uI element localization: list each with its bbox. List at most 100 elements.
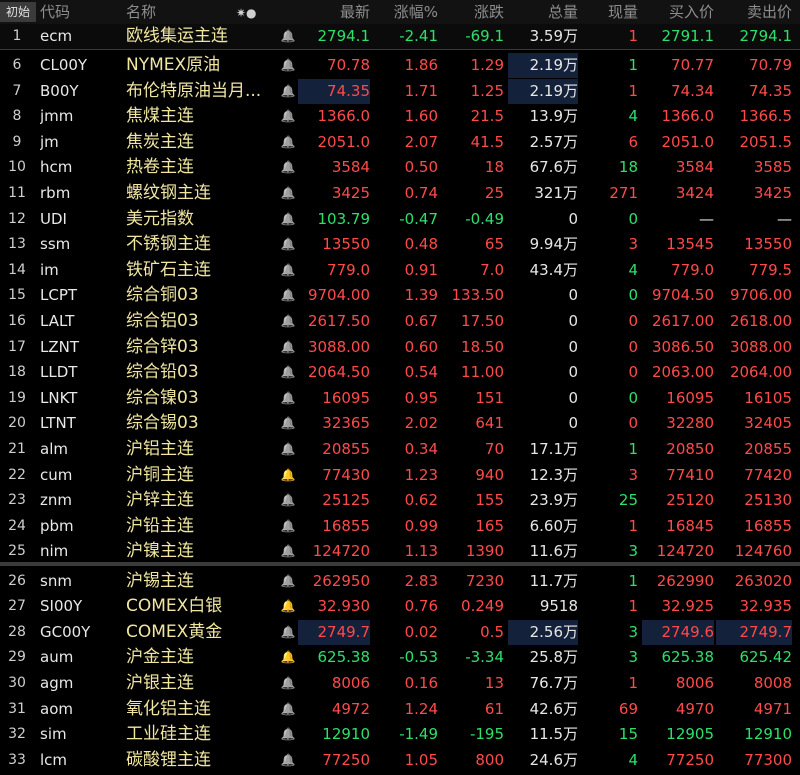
- change-percent: 0.95: [404, 388, 438, 407]
- alert-bell-icon[interactable]: 🔔: [280, 463, 296, 488]
- symbol-code: LTNT: [40, 414, 76, 433]
- change-percent: 0.02: [404, 622, 438, 641]
- table-row[interactable]: 23 znm 沪锌主连 🔔 25125 0.62 155 23.9万 25 25120 25130: [0, 488, 800, 513]
- alert-bell-icon[interactable]: 🔔: [280, 309, 296, 334]
- table-row[interactable]: 26 snm 沪锡主连 🔔 262950 2.83 7230 11.7万 1 262990 2630…: [0, 569, 800, 594]
- instrument-name: 热卷主连: [126, 157, 194, 178]
- column-header-bid[interactable]: 买入价: [642, 0, 714, 24]
- alert-bell-icon[interactable]: 🔔: [280, 207, 296, 232]
- table-row[interactable]: 25 nim 沪镍主连 🔔 124720 1.13 1390 11.6万 3 124720 1247…: [0, 539, 800, 564]
- total-volume: 42.6万: [529, 699, 578, 718]
- current-volume: 0: [628, 337, 638, 356]
- table-row[interactable]: 33 lcm 碳酸锂主连 🔔 77250 1.05 800 24.6万 4 77250 77300: [0, 748, 800, 773]
- alert-bell-icon[interactable]: 🔔: [280, 411, 296, 436]
- table-row[interactable]: 28 GC00Y COMEX黄金 🔔 2749.7 0.02 0.5 2.56万 3 2749.6…: [0, 619, 800, 645]
- total-volume: 0: [568, 363, 578, 382]
- column-header-code[interactable]: 代码: [40, 0, 126, 24]
- alert-bell-icon[interactable]: 🔔: [280, 232, 296, 257]
- table-row[interactable]: 11 rbm 螺纹钢主连 🔔 3425 0.74 25 321万 271 3424 3425: [0, 181, 800, 206]
- alert-bell-icon[interactable]: 🔔: [280, 79, 296, 104]
- bid-price: 2063.00: [651, 363, 714, 382]
- ask-price: 2051.5: [739, 132, 793, 151]
- table-row[interactable]: 16 LALT 综合铝03 🔔 2617.50 0.67 17.50 0 0 2617.00 261…: [0, 309, 800, 334]
- symbol-code: im: [40, 260, 59, 279]
- table-row[interactable]: 21 alm 沪铝主连 🔔 20855 0.34 70 17.1万 1 20850 20855: [0, 437, 800, 462]
- current-volume: 0: [628, 312, 638, 330]
- initial-sort-button[interactable]: 初始: [0, 2, 36, 22]
- alert-bell-icon[interactable]: 🔔: [280, 258, 296, 283]
- table-row[interactable]: 14 im 铁矿石主连 🔔 779.0 0.91 7.0 43.4万 4 779.0 779.5: [0, 258, 800, 283]
- alert-bell-icon[interactable]: 🔔: [280, 645, 296, 670]
- bid-price: 70.77: [671, 56, 714, 74]
- alert-bell-icon[interactable]: 🔔: [280, 437, 296, 462]
- table-row[interactable]: 27 SI00Y COMEX白银 🔔 32.930 0.76 0.249 9518 1 32.92…: [0, 594, 800, 619]
- table-row[interactable]: 10 hcm 热卷主连 🔔 3584 0.50 18 67.6万 18 3584 3585: [0, 155, 800, 180]
- table-row[interactable]: 19 LNKT 综合镍03 🔔 16095 0.95 151 0 0 16095 16105: [0, 386, 800, 411]
- alert-bell-icon[interactable]: 🔔: [280, 335, 296, 360]
- table-row[interactable]: 22 cum 沪铜主连 🔔 77430 1.23 940 12.3万 3 77410 77420: [0, 463, 800, 488]
- row-index: 11: [8, 185, 26, 201]
- ask-price: 77300: [744, 750, 792, 769]
- column-header-change[interactable]: 涨跌: [440, 0, 504, 24]
- row-index: 25: [8, 543, 26, 560]
- table-row[interactable]: 1 ecm 欧线集运主连 🔔 2794.1 -2.41 -69.1 3.59万 1 2791.1 2…: [0, 24, 800, 50]
- bid-price: 8006: [675, 673, 714, 692]
- alert-bell-icon[interactable]: 🔔: [280, 24, 296, 49]
- column-header-pct[interactable]: 涨幅%: [372, 0, 438, 24]
- alert-bell-icon[interactable]: 🔔: [280, 360, 296, 385]
- current-volume: 1: [628, 673, 638, 692]
- symbol-code: UDI: [40, 209, 67, 228]
- alert-bell-icon[interactable]: 🔔: [280, 283, 296, 308]
- symbol-code: hcm: [40, 158, 73, 177]
- alert-bell-icon[interactable]: 🔔: [280, 181, 296, 206]
- alert-bell-icon[interactable]: 🔔: [280, 53, 296, 78]
- current-volume: 1: [628, 56, 638, 74]
- table-row[interactable]: 7 B00Y 布伦特原油当月... 🔔 74.35 1.71 1.25 2.19万 1 74.34…: [0, 78, 800, 104]
- table-row[interactable]: 15 LCPT 综合铜03 🔔 9704.00 1.39 133.50 0 0 9704.50 97…: [0, 283, 800, 308]
- alert-bell-icon[interactable]: 🔔: [280, 104, 296, 129]
- table-row[interactable]: 13 ssm 不锈钢主连 🔔 13550 0.48 65 9.94万 3 13545 13550: [0, 232, 800, 257]
- table-row[interactable]: 31 aom 氧化铝主连 🔔 4972 1.24 61 42.6万 69 4970 4971: [0, 697, 800, 722]
- table-row[interactable]: 9 jm 焦炭主连 🔔 2051.0 2.07 41.5 2.57万 6 2051.0 2051.5: [0, 130, 800, 155]
- alert-bell-icon[interactable]: 🔔: [280, 514, 296, 539]
- alert-bell-icon[interactable]: 🔔: [280, 130, 296, 155]
- ask-price: 3425: [753, 184, 792, 202]
- table-row[interactable]: 24 pbm 沪铅主连 🔔 16855 0.99 165 6.60万 1 16845 16855: [0, 514, 800, 539]
- alert-bell-icon[interactable]: 🔔: [280, 569, 296, 594]
- alert-bell-icon[interactable]: 🔔: [280, 748, 296, 773]
- alert-bell-icon[interactable]: 🔔: [280, 697, 296, 722]
- table-row[interactable]: 8 jmm 焦煤主连 🔔 1366.0 1.60 21.5 13.9万 4 1366.0 1366.…: [0, 104, 800, 129]
- column-header-current-volume[interactable]: 现量: [584, 0, 638, 24]
- alert-bell-icon[interactable]: 🔔: [280, 620, 296, 645]
- alert-bell-icon[interactable]: 🔔: [280, 488, 296, 513]
- bid-price: 2617.00: [651, 312, 714, 330]
- ask-price: 263020: [734, 571, 792, 590]
- table-row[interactable]: 6 CL00Y NYMEX原油 🔔 70.78 1.86 1.29 2.19万 1 70.77 70…: [0, 53, 800, 78]
- table-row[interactable]: 18 LLDT 综合铅03 🔔 2064.50 0.54 11.00 0 0 2063.00 206…: [0, 360, 800, 385]
- table-row[interactable]: 29 aum 沪金主连 🔔 625.38 -0.53 -3.34 25.8万 3 625.38 62…: [0, 645, 800, 670]
- alert-bell-icon[interactable]: 🔔: [280, 594, 296, 619]
- table-row[interactable]: 17 LZNT 综合锌03 🔔 3088.00 0.60 18.50 0 0 3086.50 308…: [0, 335, 800, 360]
- alert-bell-icon[interactable]: 🔔: [280, 386, 296, 411]
- table-row[interactable]: 32 sim 工业硅主连 🔔 12910 -1.49 -195 11.5万 15 12905 129…: [0, 722, 800, 747]
- last-price: 13550: [322, 235, 370, 254]
- current-volume: 15: [618, 725, 638, 744]
- table-row[interactable]: 20 LTNT 综合锡03 🔔 32365 2.02 641 0 0 32280 32405: [0, 411, 800, 436]
- marker-header[interactable]: ✷●: [236, 0, 276, 24]
- table-row[interactable]: 30 agm 沪银主连 🔔 8006 0.16 13 76.7万 1 8006 8008: [0, 671, 800, 696]
- symbol-code: SI00Y: [40, 597, 83, 616]
- alert-bell-icon[interactable]: 🔔: [280, 155, 296, 180]
- bid-price: 13545: [666, 235, 714, 254]
- bid-price: 9704.50: [651, 286, 714, 305]
- table-row[interactable]: 12 UDI 美元指数 🔔 103.79 -0.47 -0.49 0 0 — —: [0, 207, 800, 232]
- alert-bell-icon[interactable]: 🔔: [280, 671, 296, 696]
- alert-bell-icon[interactable]: 🔔: [280, 539, 296, 564]
- column-header-last[interactable]: 最新: [298, 0, 370, 24]
- row-index: 12: [8, 210, 26, 227]
- ask-price: 77420: [744, 465, 792, 484]
- total-volume: 2.19万: [508, 53, 578, 78]
- instrument-name: COMEX白银: [126, 596, 223, 617]
- column-header-volume[interactable]: 总量: [508, 0, 578, 24]
- alert-bell-icon[interactable]: 🔔: [280, 722, 296, 747]
- column-header-ask[interactable]: 卖出价: [716, 0, 792, 24]
